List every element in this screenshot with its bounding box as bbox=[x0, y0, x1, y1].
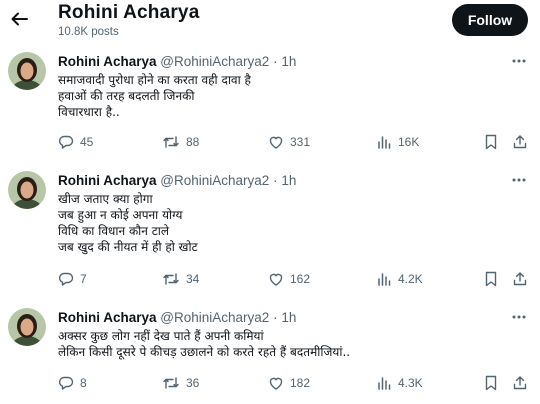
back-arrow-icon[interactable] bbox=[8, 8, 30, 30]
avatar[interactable] bbox=[8, 52, 46, 90]
bookmark-icon[interactable] bbox=[484, 271, 498, 287]
like-icon bbox=[269, 273, 283, 286]
profile-name: Rohini Acharya bbox=[58, 2, 200, 23]
views-count: 16K bbox=[398, 135, 420, 149]
post-meta: Rohini Acharya @RohiniAcharya2 · 1h bbox=[58, 310, 296, 325]
follow-button[interactable]: Follow bbox=[452, 4, 528, 36]
repost-icon bbox=[163, 377, 179, 389]
reply-count: 45 bbox=[80, 135, 94, 149]
meta-separator: · bbox=[273, 54, 278, 69]
post-actions: 7 34 162 4.2K bbox=[0, 271, 540, 289]
author-name[interactable]: Rohini Acharya bbox=[58, 54, 157, 69]
reply-button[interactable]: 7 bbox=[58, 271, 87, 287]
reply-count: 8 bbox=[80, 376, 87, 390]
post-text: समाजवादी पुरोधा होने का करता वही दावा है… bbox=[58, 72, 251, 120]
post-text-line: खीज जताए क्या होगा bbox=[58, 192, 153, 206]
author-handle[interactable]: @RohiniAcharya2 bbox=[160, 54, 269, 69]
views-button[interactable]: 16K bbox=[376, 134, 419, 150]
post-actions: 8 36 182 4.3K bbox=[0, 375, 540, 393]
views-button[interactable]: 4.3K bbox=[376, 375, 423, 391]
views-count: 4.2K bbox=[398, 272, 423, 286]
views-count: 4.3K bbox=[398, 376, 423, 390]
reply-icon bbox=[58, 376, 74, 390]
bookmark-icon[interactable] bbox=[484, 375, 498, 391]
reply-button[interactable]: 45 bbox=[58, 134, 93, 150]
repost-icon bbox=[163, 136, 179, 148]
profile-header: Rohini Acharya 10.8K posts Follow bbox=[0, 0, 540, 44]
post-text-line: हवाओं की तरह बदलती जिनकी bbox=[58, 89, 195, 103]
repost-button[interactable]: 34 bbox=[162, 271, 199, 287]
repost-icon bbox=[163, 273, 179, 285]
repost-count: 36 bbox=[186, 376, 200, 390]
like-button[interactable]: 162 bbox=[268, 271, 310, 287]
more-icon[interactable] bbox=[510, 173, 528, 187]
more-icon[interactable] bbox=[510, 54, 528, 68]
repost-button[interactable]: 36 bbox=[162, 375, 199, 391]
avatar[interactable] bbox=[8, 308, 46, 346]
views-button[interactable]: 4.2K bbox=[376, 271, 423, 287]
post-text: अक्सर कुछ लोग नहीं देख पाते हैं अपनी कमि… bbox=[58, 328, 350, 360]
meta-separator: · bbox=[273, 310, 278, 325]
post-meta: Rohini Acharya @RohiniAcharya2 · 1h bbox=[58, 173, 296, 188]
bookmark-icon[interactable] bbox=[484, 134, 498, 150]
repost-count: 88 bbox=[186, 135, 200, 149]
post-time[interactable]: 1h bbox=[281, 173, 296, 188]
post-text-line: विचारधारा है.. bbox=[58, 105, 120, 119]
repost-button[interactable]: 88 bbox=[162, 134, 199, 150]
post-text-line: समाजवादी पुरोधा होने का करता वही दावा है bbox=[58, 73, 251, 87]
views-icon bbox=[378, 136, 391, 149]
author-name[interactable]: Rohini Acharya bbox=[58, 173, 157, 188]
post-text-line: जब हुआ न कोई अपना योग्य bbox=[58, 208, 183, 222]
views-icon bbox=[378, 273, 391, 286]
post-time[interactable]: 1h bbox=[281, 54, 296, 69]
more-icon[interactable] bbox=[510, 310, 528, 324]
post-meta: Rohini Acharya @RohiniAcharya2 · 1h bbox=[58, 54, 296, 69]
meta-separator: · bbox=[273, 173, 278, 188]
like-button[interactable]: 182 bbox=[268, 375, 310, 391]
like-button[interactable]: 331 bbox=[268, 134, 310, 150]
author-name[interactable]: Rohini Acharya bbox=[58, 310, 157, 325]
repost-count: 34 bbox=[186, 272, 200, 286]
share-icon[interactable] bbox=[512, 271, 528, 287]
reply-icon bbox=[58, 272, 74, 286]
reply-count: 7 bbox=[80, 272, 87, 286]
like-icon bbox=[269, 377, 283, 390]
reply-button[interactable]: 8 bbox=[58, 375, 87, 391]
post-time[interactable]: 1h bbox=[281, 310, 296, 325]
views-icon bbox=[378, 377, 391, 390]
post-count: 10.8K posts bbox=[58, 26, 119, 38]
author-handle[interactable]: @RohiniAcharya2 bbox=[160, 173, 269, 188]
author-handle[interactable]: @RohiniAcharya2 bbox=[160, 310, 269, 325]
post-text-line: विधि का विधान कौन टाले bbox=[58, 224, 170, 238]
like-count: 182 bbox=[290, 376, 311, 390]
avatar[interactable] bbox=[8, 171, 46, 209]
share-icon[interactable] bbox=[512, 134, 528, 150]
like-icon bbox=[269, 136, 283, 149]
reply-icon bbox=[58, 135, 74, 149]
post-text-line: अक्सर कुछ लोग नहीं देख पाते हैं अपनी कमि… bbox=[58, 329, 264, 343]
like-count: 162 bbox=[290, 272, 311, 286]
post-text: खीज जताए क्या होगा जब हुआ न कोई अपना योग… bbox=[58, 191, 198, 255]
share-icon[interactable] bbox=[512, 375, 528, 391]
like-count: 331 bbox=[290, 135, 311, 149]
post-text-line: लेकिन किसी दूसरे पे कीचड़ उछालने को करते… bbox=[58, 345, 351, 359]
post-actions: 45 88 331 16K bbox=[0, 134, 540, 152]
post-text-line: जब खुद की नीयत में ही हो खोट bbox=[58, 240, 198, 254]
